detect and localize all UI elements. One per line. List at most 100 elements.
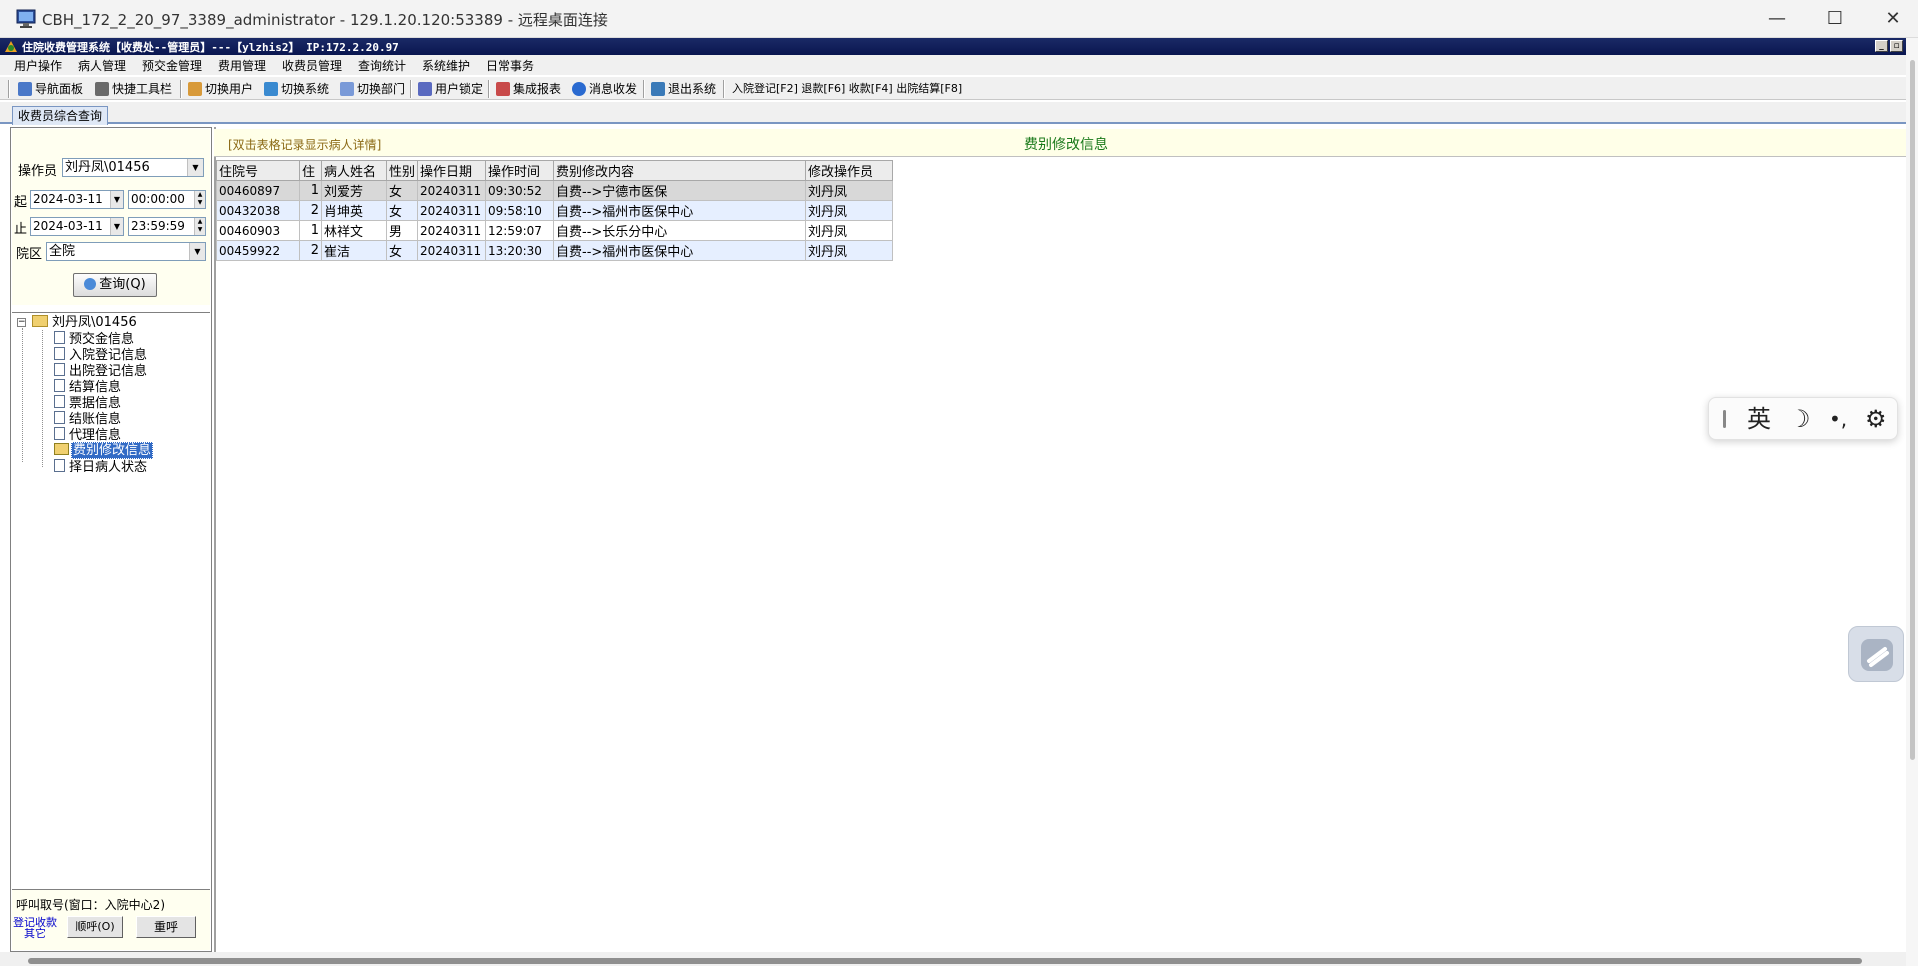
chevron-down-icon[interactable]: ▼	[187, 159, 203, 176]
column-header[interactable]: 性别	[385, 160, 419, 181]
switch-user-button[interactable]: 切换用户	[188, 80, 253, 98]
ime-toolbar: 英 ☽ •, ⚙	[1708, 397, 1898, 440]
info-icon	[572, 82, 586, 96]
mdi-minimize-button[interactable]: _	[1875, 40, 1888, 52]
function-shortcuts[interactable]: 入院登记[F2] 退款[F6] 收款[F4] 出院结算[F8]	[732, 80, 962, 98]
tree-item-label-selected: 费别修改信息	[71, 442, 154, 459]
menu-deposit-mgmt[interactable]: 预交金管理	[142, 57, 202, 74]
column-header[interactable]: 修改操作员	[805, 160, 894, 181]
menu-user-ops[interactable]: 用户操作	[14, 57, 62, 74]
end-date-picker[interactable]: 2024-03-11 ▼	[30, 217, 124, 236]
punctuation-icon[interactable]: •,	[1829, 404, 1847, 434]
column-header[interactable]: 费别修改内容	[553, 160, 807, 181]
switch-dept-button[interactable]: 切换部门	[340, 80, 405, 98]
end-label: 止	[14, 222, 28, 237]
menu-cashier-mgmt[interactable]: 收费员管理	[282, 57, 342, 74]
call-group-label: 呼叫取号(窗口：入院中心2)	[16, 898, 165, 912]
cell-change-content: 自费-->宁德市医保	[553, 180, 807, 201]
mdi-restore-button[interactable]: ▫	[1890, 40, 1903, 52]
quick-toolbar-icon	[95, 82, 109, 96]
menu-fee-mgmt[interactable]: 费用管理	[218, 57, 266, 74]
cell-time: 13:20:30	[485, 240, 555, 261]
tree-item-fee-type-change[interactable]: 费别修改信息	[54, 442, 154, 459]
campus-value: 全院	[49, 244, 76, 259]
cell-gender: 女	[385, 240, 419, 261]
table-row[interactable]: 00460903 1 林祥文 男 20240311 12:59:07 自费-->…	[216, 220, 894, 241]
exit-icon	[651, 82, 665, 96]
open-folder-icon	[54, 443, 69, 455]
nav-panel-button[interactable]: 导航面板	[18, 80, 83, 98]
menu-system-maint[interactable]: 系统维护	[422, 57, 470, 74]
start-date-picker[interactable]: 2024-03-11 ▼	[30, 190, 124, 209]
end-time-spinner[interactable]: 23:59:59 ▲ ▼	[128, 217, 206, 236]
tree-connector	[22, 328, 23, 462]
fee-change-grid[interactable]: 住院号 住 病人姓名 性别 操作日期 操作时间 费别修改内容 修改操作员 004…	[216, 160, 894, 261]
app-logo-icon	[4, 40, 18, 53]
messages-button[interactable]: 消息收发	[572, 80, 637, 98]
moon-icon[interactable]: ☽	[1789, 404, 1811, 434]
document-icon	[54, 411, 65, 424]
campus-select[interactable]: 全院 ▼	[46, 242, 206, 261]
switch-system-button[interactable]: 切换系统	[264, 80, 329, 98]
start-label: 起	[14, 195, 28, 210]
table-row[interactable]: 00460897 1 刘爱芳 女 20240311 09:30:52 自费-->…	[216, 180, 894, 201]
tree-item-label: 结算信息	[69, 380, 122, 395]
tree-root-operator[interactable]: 刘丹凤\01456	[32, 315, 137, 330]
vertical-scroll-thumb[interactable]	[1910, 60, 1915, 760]
start-time-spinner[interactable]: 00:00:00 ▲ ▼	[128, 190, 206, 209]
tab-cashier-query[interactable]: 收费员综合查询	[12, 106, 109, 125]
collapse-toggle-icon[interactable]: −	[17, 318, 26, 327]
recall-button[interactable]: 重呼	[136, 916, 196, 938]
tree-item-discharge[interactable]: 出院登记信息	[54, 363, 147, 379]
column-header[interactable]: 操作日期	[417, 160, 487, 181]
menu-patient-mgmt[interactable]: 病人管理	[78, 57, 126, 74]
drag-handle[interactable]	[1723, 410, 1726, 428]
spin-arrows-icon[interactable]: ▲ ▼	[194, 191, 205, 208]
column-header[interactable]: 住院号	[216, 160, 300, 181]
chevron-down-icon[interactable]: ▼	[110, 191, 123, 208]
tree-item-settlement[interactable]: 结算信息	[54, 379, 121, 395]
ime-language-toggle[interactable]: 英	[1747, 404, 1771, 434]
tree-item-scheduled-status[interactable]: 择日病人状态	[54, 459, 147, 475]
column-header[interactable]: 住	[299, 160, 322, 181]
reports-button[interactable]: 集成报表	[496, 80, 561, 98]
operator-select[interactable]: 刘丹凤\01456 ▼	[62, 158, 204, 177]
reports-label: 集成报表	[513, 82, 562, 96]
cell-date: 20240311	[417, 180, 487, 201]
menu-daily-affairs[interactable]: 日常事务	[486, 57, 534, 74]
horizontal-scroll-thumb[interactable]	[28, 958, 1862, 964]
remote-desktop-icon	[16, 9, 38, 29]
floating-assistant-icon[interactable]	[1848, 626, 1904, 682]
maximize-button[interactable]: ☐	[1806, 0, 1864, 38]
chevron-down-icon[interactable]: ▼	[189, 243, 205, 260]
menu-query-stats[interactable]: 查询统计	[358, 57, 406, 74]
refresh-icon	[84, 278, 97, 290]
tree-item-agent[interactable]: 代理信息	[54, 427, 121, 443]
cell-change-content: 自费-->福州市医保中心	[553, 240, 807, 261]
tree-item-invoice[interactable]: 票据信息	[54, 395, 121, 411]
exit-system-button[interactable]: 退出系统	[651, 80, 716, 98]
close-button[interactable]: ✕	[1864, 0, 1918, 38]
register-payment-link[interactable]: 登记收款 其它	[13, 917, 57, 939]
table-row[interactable]: 00432038 2 肖坤英 女 20240311 09:58:10 自费-->…	[216, 200, 894, 221]
user-lock-button[interactable]: 用户锁定	[418, 80, 483, 98]
cell-inpatient-no: 00460897	[216, 180, 300, 201]
quick-toolbar-button[interactable]: 快捷工具栏	[95, 80, 172, 98]
minimize-button[interactable]: —	[1748, 0, 1806, 38]
cell-date: 20240311	[417, 240, 487, 261]
tree-item-deposit[interactable]: 预交金信息	[54, 331, 134, 347]
cell-date: 20240311	[417, 200, 487, 221]
column-header[interactable]: 操作时间	[485, 160, 555, 181]
spin-arrows-icon[interactable]: ▲ ▼	[194, 218, 205, 235]
gear-icon[interactable]: ⚙	[1865, 404, 1887, 434]
tree-item-admission[interactable]: 入院登记信息	[54, 347, 147, 363]
query-button[interactable]: 查询(Q)	[73, 273, 157, 297]
end-date-value: 2024-03-11	[33, 219, 103, 233]
grid-title: 费别修改信息	[1024, 137, 1108, 153]
sequential-call-button[interactable]: 顺呼(O)	[67, 916, 123, 938]
column-header[interactable]: 病人姓名	[321, 160, 387, 181]
tree-item-closing[interactable]: 结账信息	[54, 411, 121, 427]
table-row[interactable]: 00459922 2 崔洁 女 20240311 13:20:30 自费-->福…	[216, 240, 894, 261]
chevron-down-icon[interactable]: ▼	[110, 218, 123, 235]
document-icon	[54, 363, 65, 376]
